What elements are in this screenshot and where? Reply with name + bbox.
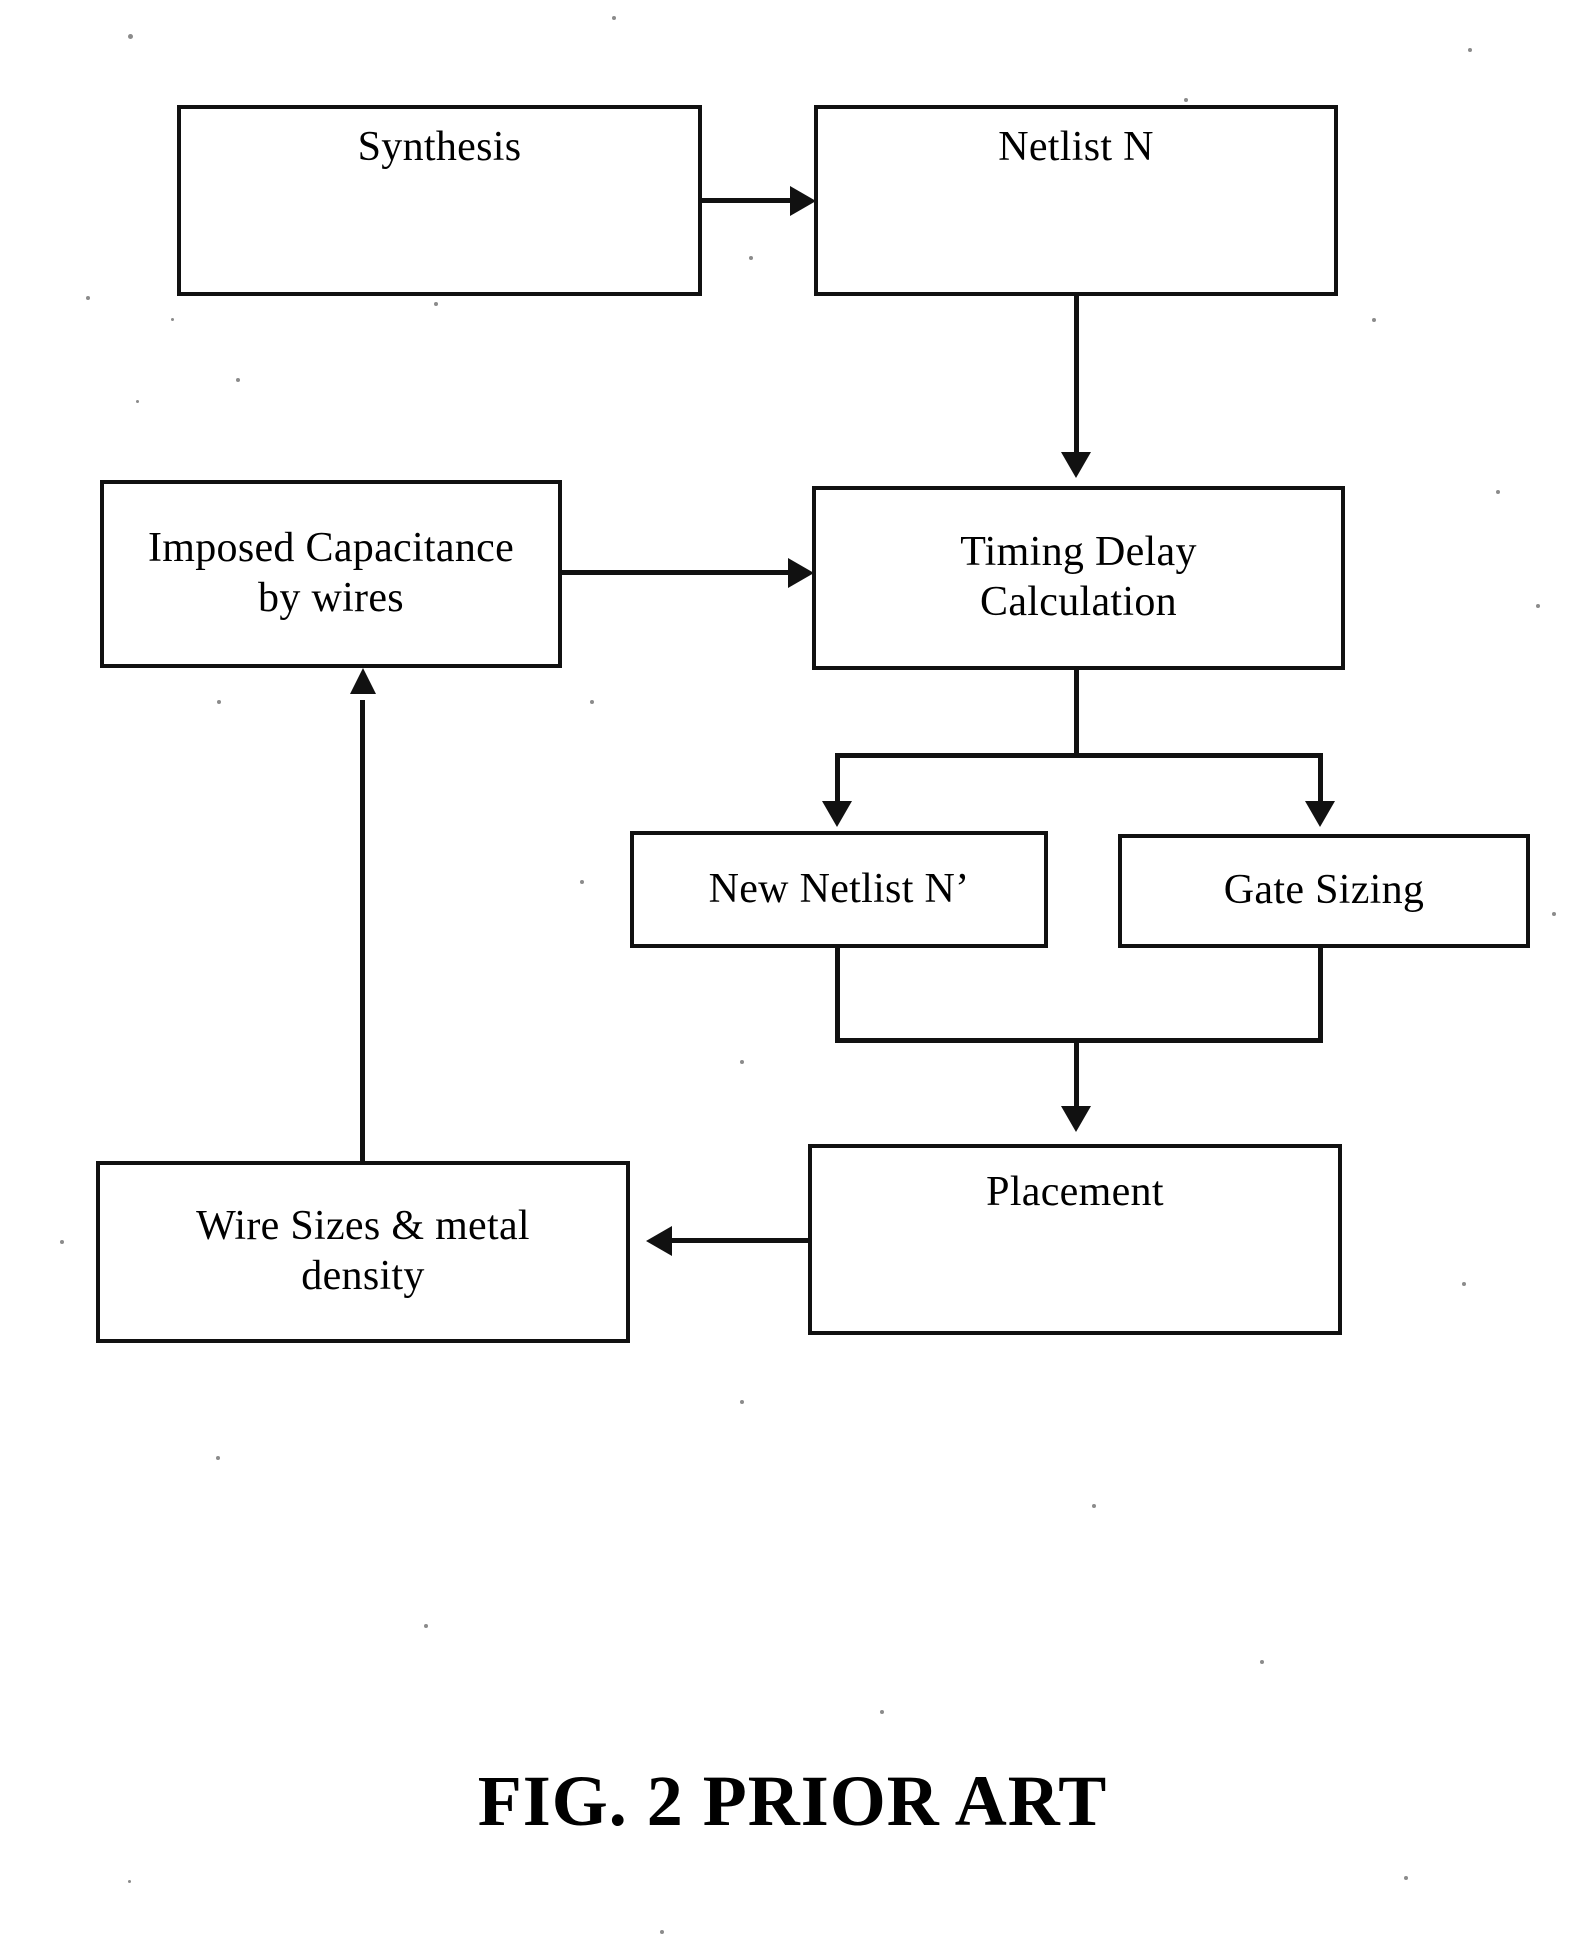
scan-speck — [60, 1240, 64, 1244]
node-label-gate-sizing: Gate Sizing — [1223, 867, 1425, 914]
edge-timing-split-bus — [835, 753, 1322, 758]
edge-gate-sizing-merge-line — [1318, 948, 1323, 1043]
scan-speck — [424, 1624, 428, 1628]
scan-speck — [1536, 604, 1540, 608]
flowchart-node-synthesis: Synthesis — [177, 105, 702, 296]
edge-synthesis-to-netlist-arrowhead — [790, 186, 816, 216]
edge-merge-to-placement-line — [1074, 1038, 1079, 1110]
scan-speck — [1092, 1504, 1096, 1508]
scan-speck — [1404, 1876, 1408, 1880]
edge-timing-to-gate-sizing-arrowhead — [1305, 801, 1335, 827]
edge-netlist-to-timing-line — [1074, 296, 1079, 454]
flowchart-node-timing-delay-calculation: Timing Delay Calculation — [812, 486, 1345, 670]
patent-figure-page: Synthesis Netlist N Imposed Capacitance … — [0, 0, 1585, 1954]
edge-new-netlist-merge-line — [835, 948, 840, 1043]
flowchart-node-imposed-capacitance: Imposed Capacitance by wires — [100, 480, 562, 668]
edge-netlist-to-timing-arrowhead — [1061, 452, 1091, 478]
node-label-timing-delay-calculation: Timing Delay Calculation — [960, 529, 1197, 625]
scan-speck — [136, 400, 139, 403]
scan-speck — [1372, 318, 1376, 322]
scan-speck — [1496, 490, 1500, 494]
edge-synthesis-to-netlist-line — [702, 198, 792, 203]
flowchart-node-wire-sizes: Wire Sizes & metal density — [96, 1161, 630, 1343]
edge-timing-to-gate-sizing-line — [1318, 753, 1323, 805]
scan-speck — [216, 1456, 220, 1460]
flowchart-node-placement: Placement — [808, 1144, 1342, 1335]
scan-speck — [1184, 98, 1188, 102]
edge-wiresizes-to-imposedcap-line — [360, 700, 365, 1161]
scan-speck — [1468, 48, 1472, 52]
edge-timing-split-stem — [1074, 670, 1079, 756]
scan-speck — [580, 880, 584, 884]
edge-merge-bus — [835, 1038, 1323, 1043]
figure-caption: FIG. 2 PRIOR ART — [477, 1761, 1108, 1841]
node-label-synthesis: Synthesis — [357, 124, 522, 170]
edge-timing-to-new-netlist-line — [835, 753, 840, 805]
scan-speck — [217, 700, 221, 704]
scan-speck — [434, 302, 438, 306]
node-label-placement: Placement — [986, 1169, 1164, 1215]
flowchart-node-gate-sizing: Gate Sizing — [1118, 834, 1530, 948]
scan-speck — [749, 256, 753, 260]
scan-speck — [660, 1930, 664, 1934]
scan-speck — [740, 1400, 744, 1404]
scan-speck — [740, 1060, 744, 1064]
scan-speck — [86, 296, 90, 300]
scan-speck — [590, 700, 594, 704]
edge-imposedcap-to-timing-arrowhead — [788, 558, 814, 588]
scan-speck — [1552, 912, 1556, 916]
node-label-wire-sizes: Wire Sizes & metal density — [196, 1203, 530, 1299]
scan-speck — [128, 34, 133, 39]
edge-placement-to-wiresizes-line — [672, 1238, 808, 1243]
edge-imposedcap-to-timing-line — [562, 570, 790, 575]
edge-merge-to-placement-arrowhead — [1061, 1106, 1091, 1132]
edge-timing-to-new-netlist-arrowhead — [822, 801, 852, 827]
scan-speck — [1462, 1282, 1466, 1286]
scan-speck — [128, 1880, 131, 1883]
scan-speck — [1260, 1660, 1264, 1664]
edge-wiresizes-to-imposedcap-arrowhead — [350, 668, 376, 694]
node-label-imposed-capacitance: Imposed Capacitance by wires — [147, 525, 515, 621]
scan-speck — [171, 318, 174, 321]
scan-speck — [236, 378, 240, 382]
scan-speck — [612, 16, 616, 20]
node-label-netlist-n: Netlist N — [998, 124, 1154, 170]
flowchart-node-netlist-n: Netlist N — [814, 105, 1338, 296]
flowchart-node-new-netlist: New Netlist N’ — [630, 831, 1048, 948]
node-label-new-netlist: New Netlist N’ — [708, 865, 970, 912]
scan-speck — [880, 1710, 884, 1714]
edge-placement-to-wiresizes-arrowhead — [646, 1226, 672, 1256]
